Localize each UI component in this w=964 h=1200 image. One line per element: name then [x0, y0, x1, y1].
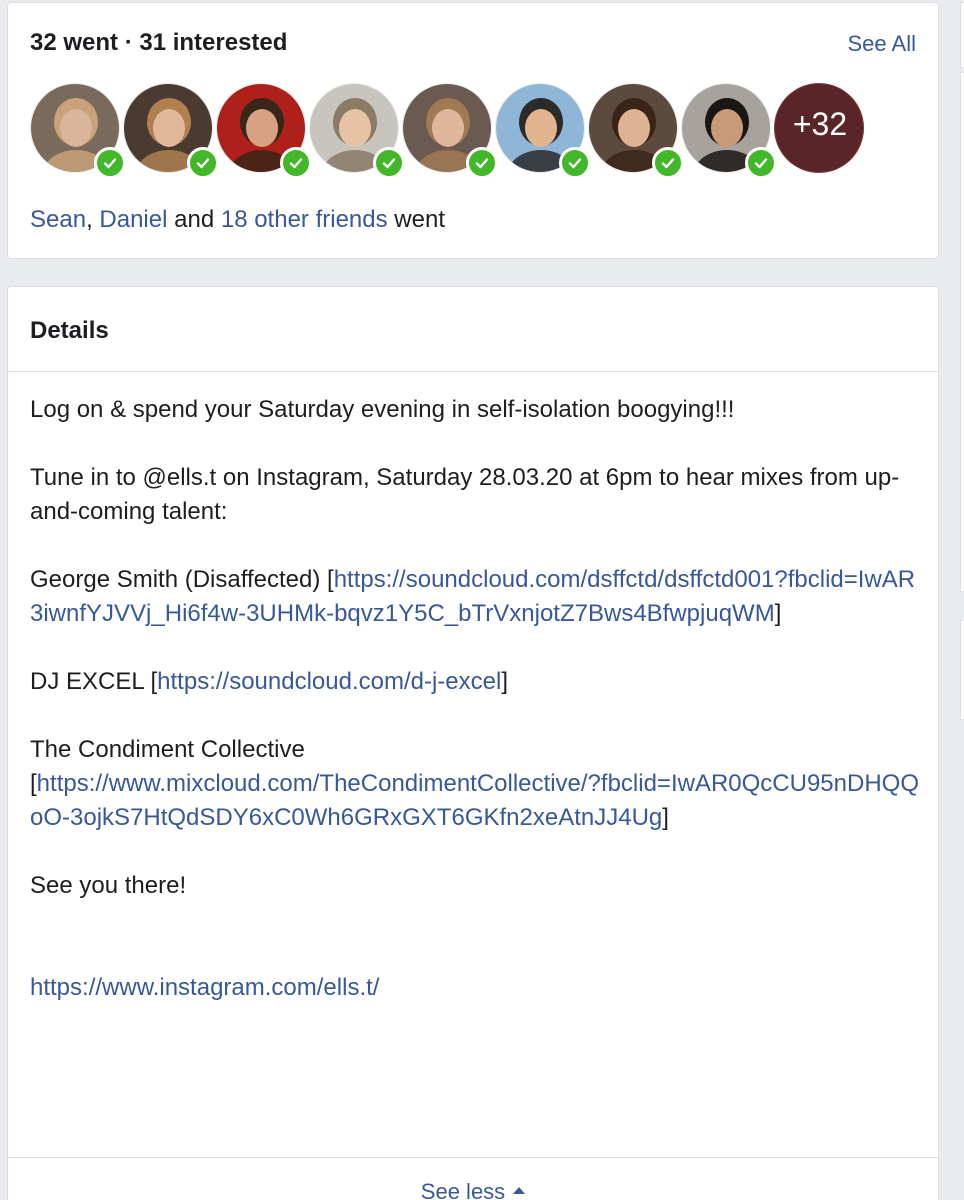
friend-link-daniel[interactable]: Daniel — [99, 206, 167, 233]
friends-went: went — [394, 206, 445, 233]
friends-separator: , — [86, 206, 93, 233]
attendee-avatar[interactable] — [30, 83, 126, 179]
artist-entry-1: George Smith (Disaffected) [https://soun… — [30, 566, 916, 627]
artist-entry-3: The Condiment Collective [https://www.mix… — [30, 736, 919, 831]
more-attendees-count: +32 — [792, 106, 848, 142]
attendee-avatar[interactable] — [402, 83, 498, 179]
artist-name-2: DJ EXCEL — [30, 668, 144, 695]
friends-went-line: Sean, Daniel and 18 other friends went — [30, 206, 445, 234]
attendee-avatar[interactable] — [216, 83, 312, 179]
checkmark-icon — [94, 147, 126, 179]
instagram-entry: https://www.instagram.com/ells.t/ — [30, 971, 920, 1005]
details-title: Details — [30, 317, 109, 344]
description-line-1: Log on & spend your Saturday evening in … — [30, 396, 735, 423]
more-attendees-avatar[interactable]: +32 — [774, 83, 864, 173]
going-stats: 32 went · 31 interested — [30, 29, 288, 56]
see-all-link[interactable]: See All — [848, 31, 917, 57]
artist-link-3[interactable]: https://www.mixcloud.com/TheCondimentCol… — [30, 770, 919, 831]
right-column-card-2 — [960, 72, 964, 592]
see-less-divider — [8, 1157, 938, 1158]
going-header: 32 went · 31 interested See All — [30, 29, 916, 59]
attendee-avatar[interactable] — [681, 83, 777, 179]
friend-link-sean[interactable]: Sean — [30, 206, 86, 233]
checkmark-icon — [280, 147, 312, 179]
checkmark-icon — [466, 147, 498, 179]
other-friends-link[interactable]: 18 other friends — [221, 206, 388, 233]
checkmark-icon — [652, 147, 684, 179]
instagram-link[interactable]: https://www.instagram.com/ells.t/ — [30, 974, 379, 1001]
see-less-button[interactable]: See less — [8, 1179, 938, 1200]
right-column-card-3 — [960, 620, 964, 720]
details-divider — [8, 371, 938, 372]
attendee-avatar[interactable] — [123, 83, 219, 179]
artist-name-3: The Condiment Collective — [30, 736, 305, 763]
artist-link-2[interactable]: https://soundcloud.com/d-j-excel — [157, 668, 501, 695]
see-less-label: See less — [420, 1179, 506, 1200]
artist-entry-2: DJ EXCEL [https://soundcloud.com/d-j-exc… — [30, 668, 508, 695]
description-line-2: Tune in to @ells.t on Instagram, Saturda… — [30, 464, 900, 525]
attendee-avatar[interactable] — [309, 83, 405, 179]
event-description: Log on & spend your Saturday evening in … — [30, 393, 920, 1039]
right-column-card-1 — [960, 2, 964, 68]
checkmark-icon — [373, 147, 405, 179]
artist-name-1: George Smith (Disaffected) — [30, 566, 321, 593]
going-card: 32 went · 31 interested See All +32 Sean… — [7, 2, 939, 259]
checkmark-icon — [745, 147, 777, 179]
details-card: Details Log on & spend your Saturday eve… — [7, 286, 939, 1200]
description-closing: See you there! — [30, 872, 187, 899]
checkmark-icon — [559, 147, 591, 179]
more-attendees-photo: +32 — [774, 83, 864, 173]
checkmark-icon — [187, 147, 219, 179]
friends-and: and — [174, 206, 215, 233]
caret-up-icon — [513, 1186, 526, 1194]
attendee-avatar[interactable] — [495, 83, 591, 179]
attendee-avatar[interactable] — [588, 83, 684, 179]
